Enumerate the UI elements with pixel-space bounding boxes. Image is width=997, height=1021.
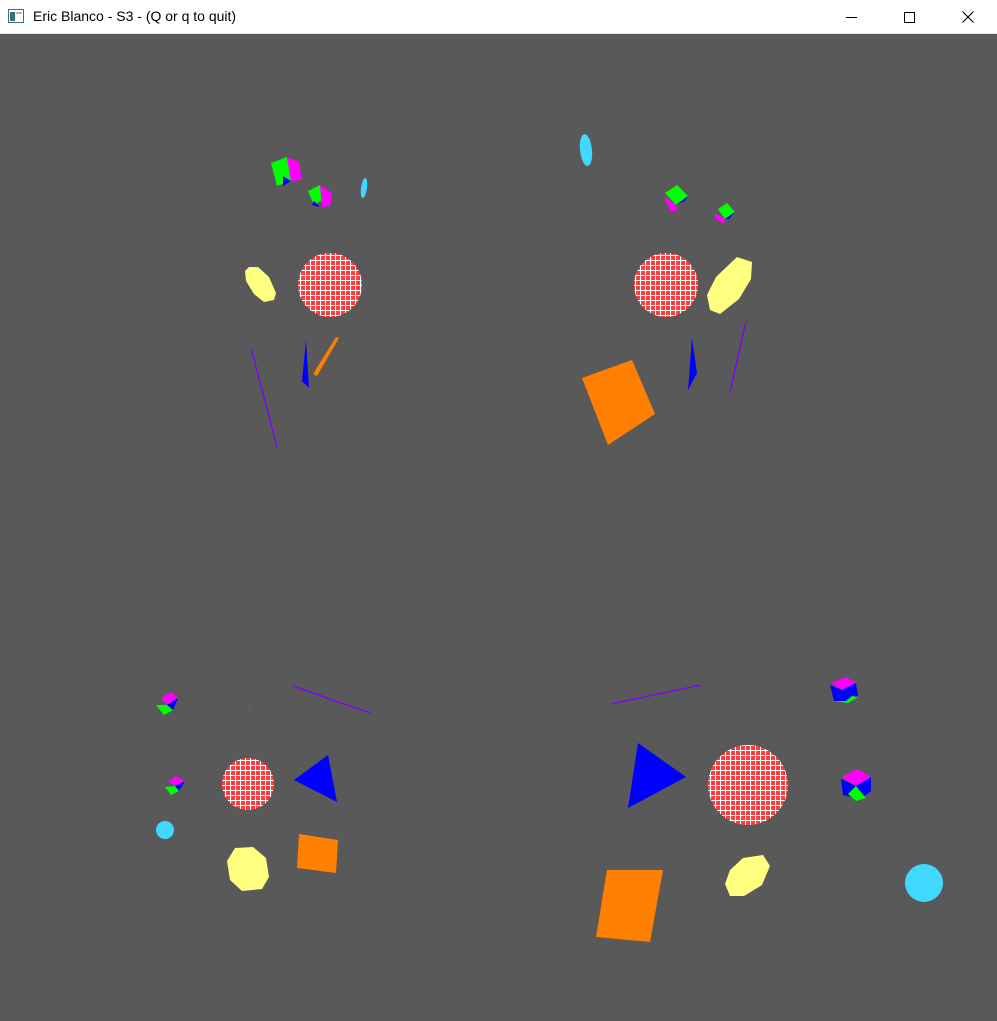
quad <box>596 870 663 942</box>
cube <box>271 157 302 186</box>
line <box>250 347 278 448</box>
close-icon <box>962 11 974 23</box>
title-bar[interactable]: Eric Blanco - S3 - (Q or q to quit) <box>0 0 997 34</box>
disk <box>905 864 943 902</box>
line <box>729 320 747 393</box>
sphere <box>708 745 788 825</box>
disk <box>360 178 368 198</box>
viewport-bottom-right <box>596 677 943 942</box>
cube <box>308 185 332 207</box>
sphere <box>222 758 274 810</box>
render-canvas[interactable] <box>0 34 997 1021</box>
minimize-icon <box>845 12 857 23</box>
triangle <box>302 340 309 388</box>
triangle <box>294 755 337 802</box>
window-app-icon <box>8 9 24 23</box>
close-button[interactable] <box>939 0 997 34</box>
ellipse-shape <box>245 267 276 302</box>
cube <box>156 692 178 715</box>
sphere <box>634 253 698 317</box>
ellipse-shape <box>725 855 770 896</box>
cube <box>165 776 185 795</box>
scene-svg <box>156 134 943 942</box>
disk <box>579 134 593 166</box>
quad <box>582 360 655 445</box>
cube <box>830 677 858 703</box>
viewport-bottom-left <box>156 685 371 891</box>
minimize-button[interactable] <box>822 0 880 34</box>
point <box>248 706 250 708</box>
window-title: Eric Blanco - S3 - (Q or q to quit) <box>33 8 237 24</box>
cube <box>841 769 871 801</box>
viewport-top-left <box>245 157 368 448</box>
line <box>610 684 702 705</box>
quad <box>297 834 338 873</box>
line <box>292 685 371 714</box>
quad <box>313 337 339 376</box>
triangle <box>688 338 697 390</box>
ellipse-shape <box>227 847 269 891</box>
cube <box>714 203 735 224</box>
cube <box>664 185 688 211</box>
ellipse-shape <box>707 257 752 314</box>
maximize-icon <box>903 11 915 23</box>
sphere <box>298 253 362 317</box>
disk <box>156 821 174 839</box>
triangle <box>628 743 686 808</box>
maximize-button[interactable] <box>880 0 938 34</box>
viewport-top-right <box>579 134 752 445</box>
